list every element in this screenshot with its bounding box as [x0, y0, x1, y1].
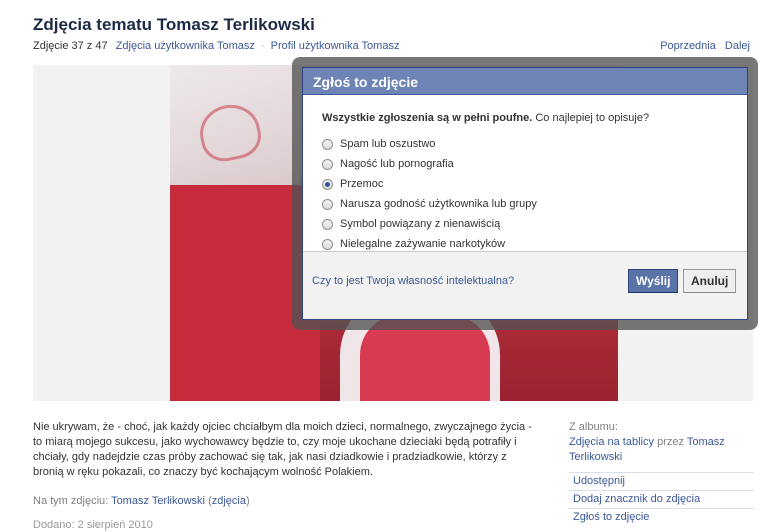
option-dignity[interactable]: Narusza godność użytkownika lub grupy — [322, 194, 728, 214]
radio-drugs[interactable] — [322, 238, 333, 250]
radio-dignity[interactable] — [322, 198, 333, 210]
tagged-line: Na tym zdjęciu: Tomasz Terlikowski (zdję… — [33, 495, 250, 507]
user-photos-link[interactable]: Zdjęcia użytkownika Tomasz — [116, 40, 255, 52]
radio-hate-symbol[interactable] — [322, 218, 333, 230]
report-photo-action[interactable]: Zgłoś to zdjęcie — [569, 508, 754, 526]
profile-link[interactable]: Profil użytkownika Tomasz — [271, 40, 400, 52]
dialog-body: Wszystkie zgłoszenia są w pełni poufne. … — [303, 95, 747, 251]
option-nudity[interactable]: Nagość lub pornografia — [322, 154, 728, 174]
previous-link[interactable]: Poprzednia — [660, 40, 716, 52]
send-button[interactable]: Wyślij — [628, 269, 679, 293]
option-hate-symbol[interactable]: Symbol powiązany z nienawiścią — [322, 214, 728, 234]
album-link[interactable]: Zdjęcia na tablicy — [569, 436, 654, 448]
album-by: przez — [657, 436, 684, 448]
report-dialog: Zgłoś to zdjęcie Wszystkie zgłoszenia są… — [302, 67, 748, 320]
album-label: Z albumu: — [569, 421, 618, 433]
option-spam[interactable]: Spam lub oszustwo — [322, 134, 728, 154]
tag-photo-action[interactable]: Dodaj znacznik do zdjęcia — [569, 490, 754, 508]
share-action[interactable]: Udostępnij — [569, 472, 754, 490]
option-violence[interactable]: Przemoc — [322, 174, 728, 194]
photo-subline: Zdjęcie 37 z 47 Zdjęcia użytkownika Toma… — [33, 40, 399, 52]
page-title: Zdjęcia tematu Tomasz Terlikowski — [33, 15, 315, 34]
prompt-bold: Wszystkie zgłoszenia są w pełni poufne. — [322, 112, 533, 124]
photo-pager: Poprzednia Dalej — [654, 40, 750, 52]
dialog-prompt: Wszystkie zgłoszenia są w pełni poufne. … — [322, 112, 728, 124]
dialog-footer: Czy to jest Twoja własność intelektualna… — [303, 251, 747, 319]
option-label: Narusza godność użytkownika lub grupy — [340, 198, 537, 210]
dialog-title: Zgłoś to zdjęcie — [303, 68, 747, 95]
tagged-close-paren: ) — [245, 495, 250, 507]
album-info: Z albumu: Zdjęcia na tablicy przez Tomas… — [569, 420, 749, 465]
photo-description: Nie ukrywam, że - choć, jak każdy ojciec… — [33, 421, 532, 478]
tagged-photos-link[interactable]: zdjęcia — [212, 495, 246, 507]
tagged-person-link[interactable]: Tomasz Terlikowski — [111, 495, 205, 507]
option-label: Nielegalne zażywanie narkotyków — [340, 238, 506, 250]
tagged-label: Na tym zdjęciu: — [33, 495, 109, 507]
intellectual-property-link[interactable]: Czy to jest Twoja własność intelektualna… — [312, 275, 514, 287]
option-label: Symbol powiązany z nienawiścią — [340, 218, 501, 230]
separator: · — [260, 40, 265, 52]
radio-violence[interactable] — [322, 178, 333, 190]
option-label: Nagość lub pornografia — [340, 158, 454, 170]
cancel-button[interactable]: Anuluj — [683, 269, 737, 293]
prompt-question: Co najlepiej to opisuje? — [535, 112, 650, 124]
photo-counter: Zdjęcie 37 z 47 — [33, 40, 108, 52]
report-dialog-overlay: Zgłoś to zdjęcie Wszystkie zgłoszenia są… — [292, 57, 758, 330]
next-link[interactable]: Dalej — [725, 40, 750, 52]
option-label: Przemoc — [340, 178, 384, 190]
radio-spam[interactable] — [322, 138, 333, 150]
added-date: Dodano: 2 sierpień 2010 — [33, 519, 153, 531]
radio-nudity[interactable] — [322, 158, 333, 170]
option-label: Spam lub oszustwo — [340, 138, 436, 150]
photo-actions: Udostępnij Dodaj znacznik do zdjęcia Zgł… — [569, 472, 754, 526]
